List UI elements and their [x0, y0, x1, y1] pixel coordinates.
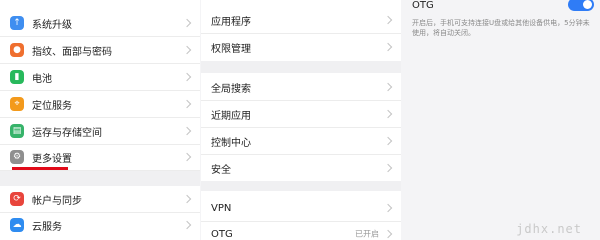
chevron-right-icon — [383, 42, 393, 52]
otg-title: OTG — [412, 0, 434, 11]
chevron-right-icon — [383, 82, 393, 92]
settings-item-battery[interactable]: ▮ 电池 — [0, 64, 200, 91]
settings-item-label: 指纹、面部与密码 — [32, 46, 112, 58]
more-item-label: 控制中心 — [211, 137, 251, 149]
chevron-right-icon — [182, 152, 192, 162]
location-icon: ⌖ — [10, 97, 24, 111]
more-settings-icon: ⚙ — [10, 150, 24, 164]
settings-item-label: 系统升级 — [32, 19, 72, 31]
settings-item-label: 帐户与同步 — [32, 195, 82, 207]
more-item-label: 权限管理 — [211, 43, 251, 55]
otg-toggle[interactable] — [568, 0, 594, 11]
chevron-right-icon — [182, 72, 192, 82]
settings-item-system-update[interactable]: ↑ 系统升级 — [0, 10, 200, 37]
chevron-right-icon — [182, 99, 192, 109]
watermark-logo: jdhx.net — [516, 222, 582, 236]
cloud-service-icon: ☁ — [10, 218, 24, 232]
storage-icon: ▤ — [10, 124, 24, 138]
chevron-right-icon — [182, 45, 192, 55]
more-item-otg[interactable]: OTG 已开启 — [201, 221, 401, 240]
chevron-right-icon — [182, 220, 192, 230]
chevron-right-icon — [383, 109, 393, 119]
system-update-icon: ↑ — [10, 16, 24, 30]
toggle-knob — [583, 0, 592, 9]
more-item-label: VPN — [211, 202, 232, 214]
settings-item-location[interactable]: ⌖ 定位服务 — [0, 91, 200, 118]
more-item-label: 安全 — [211, 164, 231, 176]
settings-item-label: 运存与存储空间 — [32, 127, 102, 139]
chevron-right-icon — [383, 229, 393, 239]
selected-item-underline — [12, 167, 68, 170]
settings-item-label: 云服务 — [32, 221, 62, 233]
more-item-security[interactable]: 安全 — [201, 155, 401, 181]
chevron-right-icon — [182, 126, 192, 136]
chevron-right-icon — [383, 136, 393, 146]
more-settings-list: 应用程序 权限管理 全局搜索 近期应用 控制中心 安全 VPN OTG 已开启 — [201, 0, 401, 240]
more-item-label: 近期应用 — [211, 110, 251, 122]
settings-item-storage[interactable]: ▤ 运存与存储空间 — [0, 118, 200, 145]
more-item-control-center[interactable]: 控制中心 — [201, 128, 401, 155]
chevron-right-icon — [182, 194, 192, 204]
settings-item-label: 电池 — [32, 73, 52, 85]
settings-item-cloud-service[interactable]: ☁ 云服务 — [0, 212, 200, 238]
more-item-applications[interactable]: 应用程序 — [201, 7, 401, 34]
otg-description: 开启后，手机可支持连接U盘或给其他设备供电，5分钟未使用，将自动关闭。 — [412, 19, 590, 37]
fingerprint-icon: ● — [10, 43, 24, 57]
chevron-right-icon — [182, 18, 192, 28]
settings-item-fingerprint-face-password[interactable]: ● 指纹、面部与密码 — [0, 37, 200, 64]
section-gap — [0, 170, 200, 186]
more-item-vpn[interactable]: VPN — [201, 195, 401, 222]
settings-item-label: 定位服务 — [32, 100, 72, 112]
chevron-right-icon — [383, 203, 393, 213]
settings-item-account-sync[interactable]: ⟳ 帐户与同步 — [0, 186, 200, 213]
section-gap — [201, 61, 401, 73]
battery-icon: ▮ — [10, 70, 24, 84]
more-item-label: OTG — [211, 228, 233, 240]
more-item-permission-management[interactable]: 权限管理 — [201, 34, 401, 60]
chevron-right-icon — [383, 15, 393, 25]
more-item-label: 应用程序 — [211, 16, 251, 28]
more-item-label: 全局搜索 — [211, 83, 251, 95]
chevron-right-icon — [383, 163, 393, 173]
more-item-recent-apps[interactable]: 近期应用 — [201, 101, 401, 128]
otg-detail-panel: OTG 开启后，手机可支持连接U盘或给其他设备供电，5分钟未使用，将自动关闭。 … — [402, 0, 600, 240]
account-sync-icon: ⟳ — [10, 192, 24, 206]
otg-status-value: 已开启 — [355, 229, 379, 239]
more-item-global-search[interactable]: 全局搜索 — [201, 74, 401, 101]
section-gap — [201, 181, 401, 191]
settings-main-list: ↑ 系统升级 ● 指纹、面部与密码 ▮ 电池 ⌖ 定位服务 ▤ 运存与存储空间 … — [0, 0, 200, 240]
settings-item-label: 更多设置 — [32, 153, 72, 165]
